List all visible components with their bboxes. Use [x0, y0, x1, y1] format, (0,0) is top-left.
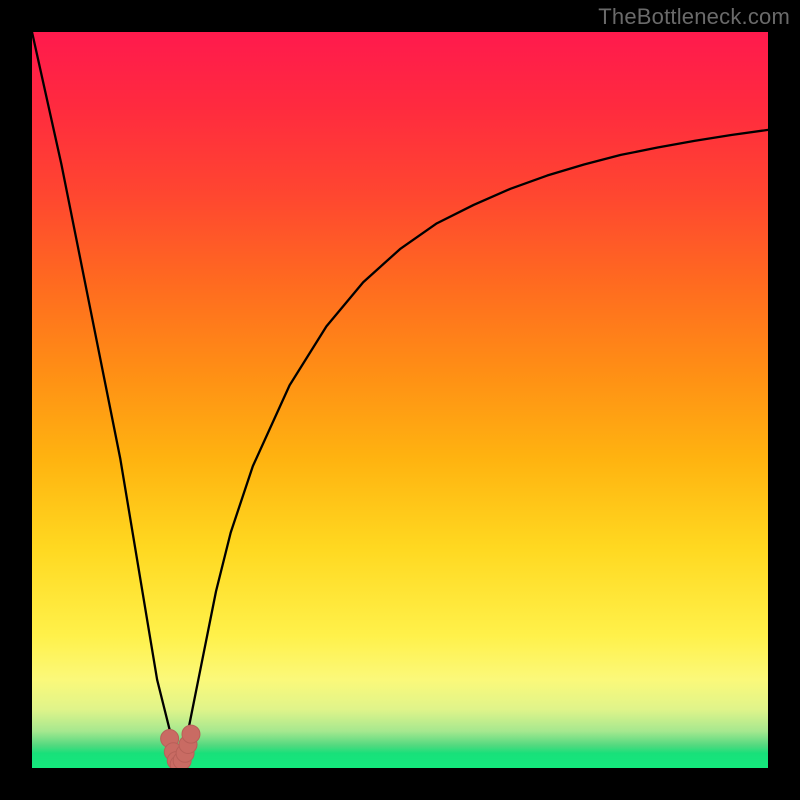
minimum-markers	[161, 725, 200, 768]
minimum-marker	[182, 725, 200, 743]
bottleneck-curve	[32, 32, 768, 764]
watermark-text: TheBottleneck.com	[598, 4, 790, 30]
chart-frame	[32, 32, 768, 768]
chart-svg	[32, 32, 768, 768]
